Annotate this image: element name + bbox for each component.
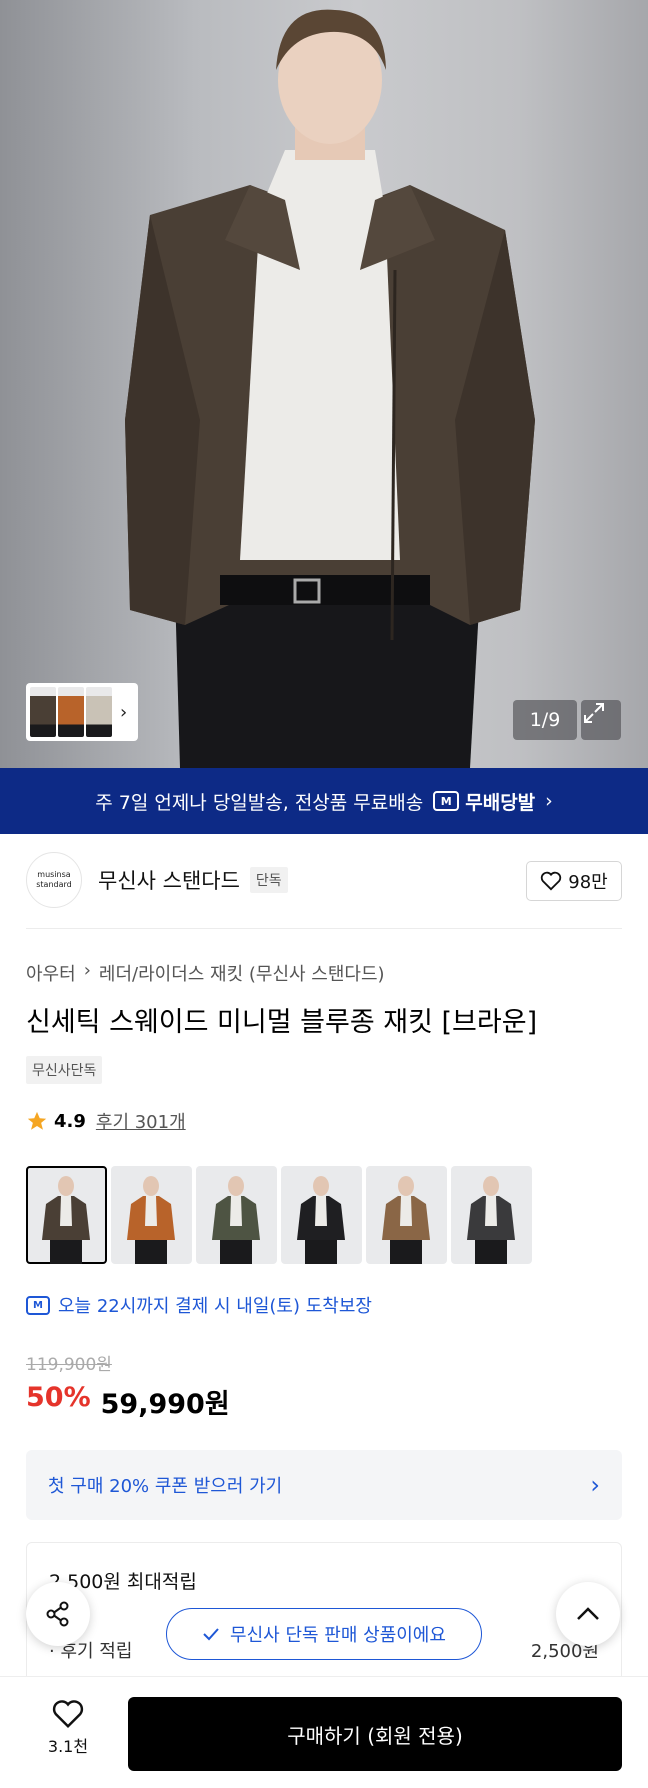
shipping-banner[interactable]: 주 7일 언제나 당일발송, 전상품 무료배송 M 무배당발 › <box>0 768 648 834</box>
share-button[interactable] <box>26 1582 90 1646</box>
color-option-model-image <box>297 1176 345 1264</box>
gallery-thumbnail-strip[interactable]: › <box>26 683 138 741</box>
chevron-up-icon <box>577 1607 599 1620</box>
scroll-top-button[interactable] <box>556 1582 620 1646</box>
product-photo <box>125 9 535 768</box>
divider <box>26 928 622 929</box>
color-option-model-image <box>382 1176 430 1264</box>
product-title: 신세틱 스웨이드 미니멀 블루종 재킷 [브라운] <box>26 1007 538 1038</box>
bottom-action-bar: 3.1천 구매하기 (회원 전용) <box>0 1676 648 1788</box>
rating-score: 4.9 <box>54 1110 86 1132</box>
heart-icon <box>52 1700 84 1729</box>
shipping-banner-text: 주 7일 언제나 당일발송, 전상품 무료배송 <box>95 791 424 814</box>
breadcrumb-category[interactable]: 아우터 <box>26 960 76 986</box>
delivery-guarantee-text: 오늘 22시까지 결제 시 내일(토) 도착보장 <box>58 1296 372 1317</box>
color-option-charcoal[interactable] <box>451 1166 532 1264</box>
color-option-model-image <box>42 1176 90 1264</box>
brand-name[interactable]: 무신사 스탠다드 <box>98 865 240 895</box>
brand-logo[interactable]: musinsa standard <box>26 852 82 908</box>
final-price: 59,990원 <box>100 1389 230 1420</box>
chevron-right-icon[interactable]: › <box>120 702 127 723</box>
check-icon <box>203 1628 219 1641</box>
chevron-right-icon: › <box>83 960 91 981</box>
color-option-model-image <box>127 1176 175 1264</box>
gallery-thumb-1[interactable] <box>30 687 56 737</box>
expand-icon[interactable] <box>581 700 621 740</box>
color-option-khaki[interactable] <box>196 1166 277 1264</box>
discount-rate: 50% <box>26 1382 91 1413</box>
product-image-gallery[interactable]: › 1/9 <box>0 0 648 768</box>
mubaedangbal-label: 무배당발 <box>465 791 536 814</box>
mubaedangbal-badge: M 무배당발 <box>433 788 535 815</box>
color-option-model-image <box>467 1176 515 1264</box>
delivery-guarantee[interactable]: M 오늘 22시까지 결제 시 내일(토) 도착보장 <box>26 1292 372 1318</box>
first-purchase-coupon[interactable]: 첫 구매 20% 쿠폰 받으러 가기 › <box>26 1450 622 1520</box>
brand-exclusive-tag: 단독 <box>249 867 288 893</box>
gallery-thumb-2[interactable] <box>58 687 84 737</box>
wishlist-count: 3.1천 <box>47 1737 89 1756</box>
exclusive-sale-text: 무신사 단독 판매 상품이에요 <box>230 1625 446 1646</box>
exclusive-sale-pill: 무신사 단독 판매 상품이에요 <box>166 1608 482 1660</box>
exclusive-tag: 무신사단독 <box>26 1056 103 1084</box>
gallery-thumb-3[interactable] <box>86 687 112 737</box>
star-icon <box>27 1111 47 1130</box>
delivery-truck-icon: M <box>26 1295 50 1315</box>
color-options <box>26 1166 532 1264</box>
heart-icon <box>541 871 562 891</box>
brand-logo-line1: musinsa <box>37 870 71 879</box>
breadcrumb: 아우터 › 레더/라이더스 재킷 (무신사 스탠다드) <box>26 960 385 986</box>
chevron-right-icon: › <box>545 790 553 812</box>
image-counter: 1/9 <box>513 700 577 740</box>
brand-like-count: 98만 <box>568 872 608 893</box>
color-option-model-image <box>212 1176 260 1264</box>
chevron-right-icon: › <box>590 1471 600 1499</box>
color-option-orange[interactable] <box>111 1166 192 1264</box>
color-option-black[interactable] <box>281 1166 362 1264</box>
breadcrumb-subcategory[interactable]: 레더/라이더스 재킷 (무신사 스탠다드) <box>99 960 385 986</box>
original-price: 119,900원 <box>26 1355 112 1375</box>
brand-like-button[interactable]: 98만 <box>526 861 622 901</box>
buy-button[interactable]: 구매하기 (회원 전용) <box>128 1697 622 1771</box>
coupon-text: 첫 구매 20% 쿠폰 받으러 가기 <box>48 1476 283 1497</box>
wishlist-button[interactable]: 3.1천 <box>26 1699 110 1757</box>
color-option-camel[interactable] <box>366 1166 447 1264</box>
delivery-truck-icon: M <box>433 791 460 811</box>
brand-logo-line2: standard <box>36 880 72 889</box>
review-count-link[interactable]: 후기 301개 <box>96 1108 186 1134</box>
color-option-brown[interactable] <box>26 1166 107 1264</box>
share-icon <box>46 1601 69 1627</box>
brand-row[interactable]: musinsa standard 무신사 스탠다드 단독 98만 <box>26 852 622 908</box>
price-row: 50% 59,990원 <box>26 1382 230 1421</box>
rating-summary[interactable]: 4.9 후기 301개 <box>26 1108 186 1134</box>
